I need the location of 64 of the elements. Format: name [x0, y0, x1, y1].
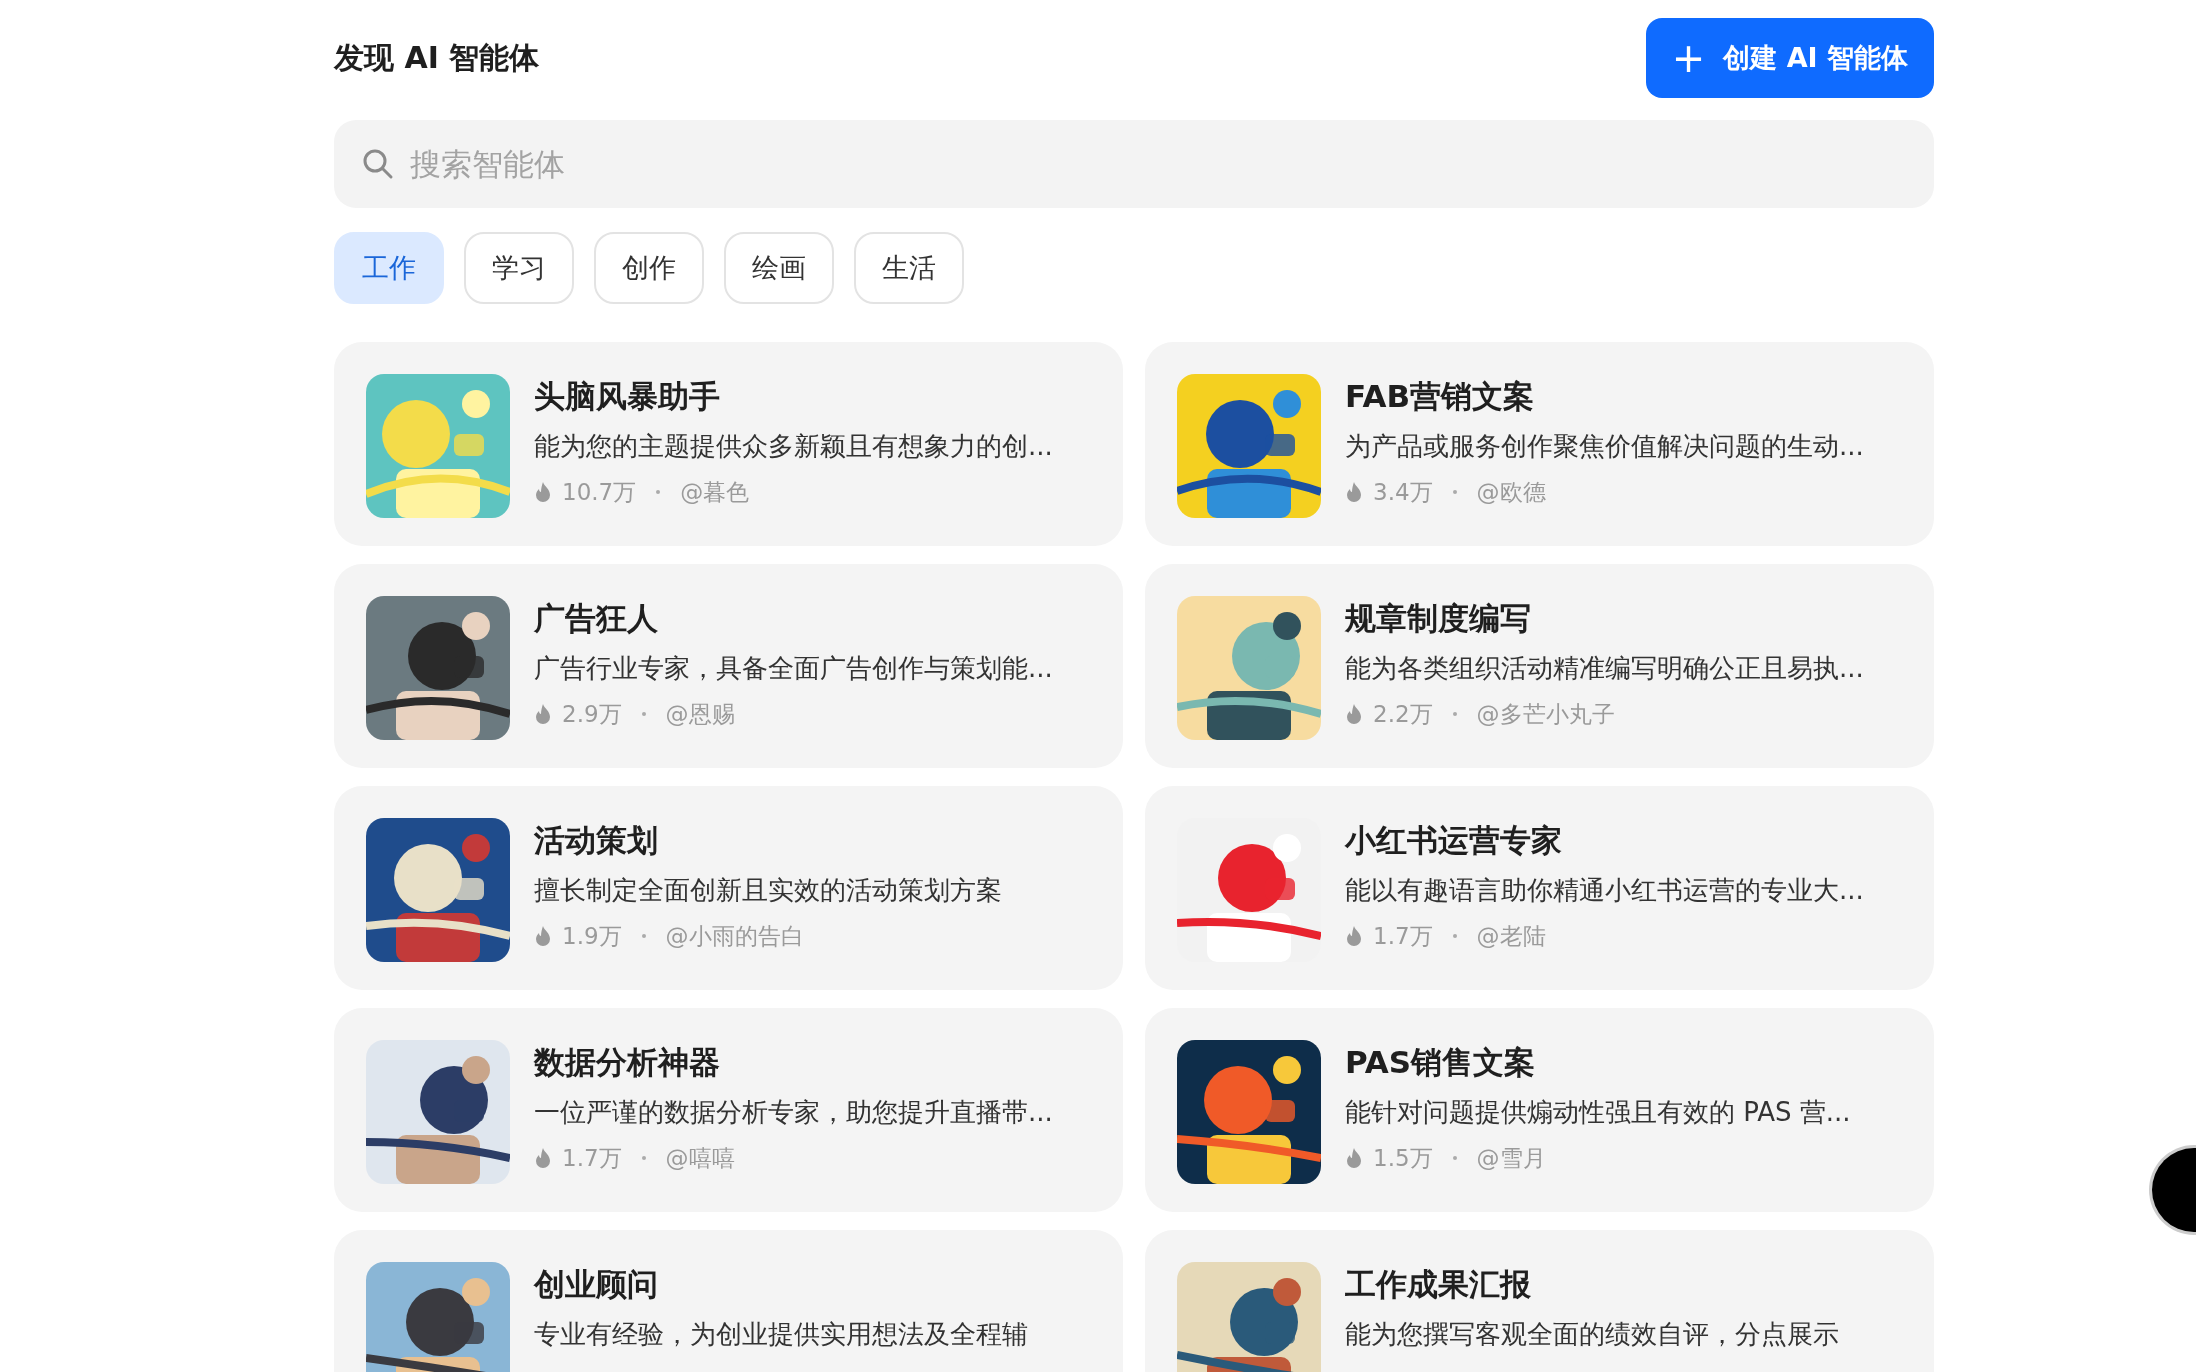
author-name: @暮色 [680, 478, 750, 507]
author-name: @小雨的告白 [665, 922, 804, 951]
category-tab[interactable]: 学习 [464, 232, 574, 304]
agent-title: PAS销售文案 [1345, 1043, 1537, 1082]
flame-icon [1345, 703, 1363, 725]
agent-card[interactable]: 活动策划 擅长制定全面创新且实效的活动策划方案 1.9万 @小雨的告白 [334, 786, 1123, 990]
create-agent-button[interactable]: + 创建 AI 智能体 [1645, 18, 1934, 98]
search-icon [362, 148, 394, 180]
agent-card[interactable]: 规章制度编写 能为各类组织活动精准编写明确公正且易执... 2.2万 @多芒小丸子 [1145, 564, 1934, 768]
agent-title: 广告狂人 [534, 599, 659, 638]
usage-count: 3.4万 [1373, 478, 1433, 507]
agent-title: 规章制度编写 [1345, 599, 1532, 638]
agent-card[interactable]: FAB营销文案 为产品或服务创作聚焦价值解决问题的生动... 3.4万 @欧德 [1145, 342, 1934, 546]
usage-count: 1.5万 [1373, 1144, 1433, 1173]
category-tab[interactable]: 工作 [334, 232, 444, 304]
flame-icon [1345, 925, 1363, 947]
flame-icon [534, 481, 552, 503]
agent-title: FAB营销文案 [1345, 377, 1536, 416]
agent-card[interactable]: 头脑风暴助手 能为您的主题提供众多新颖且有想象力的创... 10.7万 @暮色 [334, 342, 1123, 546]
category-tab[interactable]: 生活 [854, 232, 964, 304]
agent-card[interactable]: 创业顾问 专业有经验，为创业提供实用想法及全程辅 [334, 1230, 1123, 1372]
agent-description: 一位严谨的数据分析专家，助您提升直播带... [534, 1096, 1053, 1129]
usage-count: 1.7万 [562, 1144, 622, 1173]
page-title: 发现 AI 智能体 [334, 38, 540, 77]
agent-description: 能针对问题提供煽动性强且有效的 PAS 营... [1345, 1096, 1851, 1129]
usage-count: 1.9万 [562, 922, 622, 951]
agent-description: 擅长制定全面创新且实效的活动策划方案 [534, 874, 1002, 907]
author-name: @恩赐 [665, 700, 735, 729]
author-name: @嘻嘻 [665, 1144, 735, 1173]
agent-title: 创业顾问 [534, 1265, 659, 1304]
agent-description: 能为各类组织活动精准编写明确公正且易执... [1345, 652, 1864, 685]
author-name: @欧德 [1476, 478, 1546, 507]
agent-description: 专业有经验，为创业提供实用想法及全程辅 [534, 1318, 1028, 1351]
search-input[interactable]: 搜索智能体 [408, 145, 1906, 183]
agent-description: 能为您的主题提供众多新颖且有想象力的创... [534, 430, 1053, 463]
agent-title: 工作成果汇报 [1345, 1265, 1532, 1304]
author-name: @多芒小丸子 [1476, 700, 1615, 729]
agent-card[interactable]: 广告狂人 广告行业专家，具备全面广告创作与策划能... 2.9万 @恩赐 [334, 564, 1123, 768]
usage-count: 2.9万 [562, 700, 622, 729]
agent-card[interactable]: 小红书运营专家 能以有趣语言助你精通小红书运营的专业大... 1.7万 @老陆 [1145, 786, 1934, 990]
category-tab[interactable]: 绘画 [724, 232, 834, 304]
agent-description: 能以有趣语言助你精通小红书运营的专业大... [1345, 874, 1864, 907]
agent-description: 广告行业专家，具备全面广告创作与策划能... [534, 652, 1053, 685]
flame-icon [1345, 481, 1363, 503]
flame-icon [1345, 1147, 1363, 1169]
agent-card[interactable]: 数据分析神器 一位严谨的数据分析专家，助您提升直播带... 1.7万 @嘻嘻 [334, 1008, 1123, 1212]
flame-icon [534, 925, 552, 947]
agent-title: 头脑风暴助手 [534, 377, 721, 416]
agent-card[interactable]: 工作成果汇报 能为您撰写客观全面的绩效自评，分点展示 [1145, 1230, 1934, 1372]
agent-description: 为产品或服务创作聚焦价值解决问题的生动... [1345, 430, 1864, 463]
agent-title: 活动策划 [534, 821, 659, 860]
agent-title: 小红书运营专家 [1345, 821, 1563, 860]
usage-count: 10.7万 [562, 478, 637, 507]
agent-description: 能为您撰写客观全面的绩效自评，分点展示 [1345, 1318, 1839, 1351]
agent-title: 数据分析神器 [534, 1043, 721, 1082]
flame-icon [534, 1147, 552, 1169]
usage-count: 2.2万 [1373, 700, 1433, 729]
usage-count: 1.7万 [1373, 922, 1433, 951]
author-name: @雪月 [1476, 1144, 1546, 1173]
flame-icon [534, 703, 552, 725]
category-tab[interactable]: 创作 [594, 232, 704, 304]
agent-card[interactable]: PAS销售文案 能针对问题提供煽动性强且有效的 PAS 营... 1.5万 @雪月 [1145, 1008, 1934, 1212]
author-name: @老陆 [1476, 922, 1546, 951]
search-field[interactable]: 搜索智能体 [334, 120, 1934, 208]
